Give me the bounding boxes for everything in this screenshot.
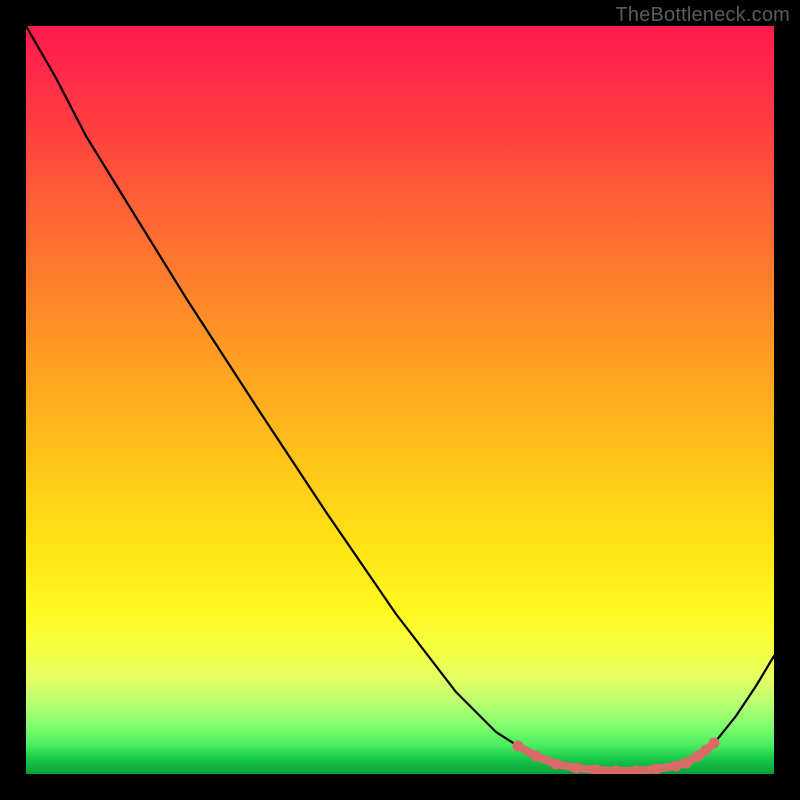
watermark-text: TheBottleneck.com xyxy=(615,4,790,27)
highlight-dot xyxy=(651,764,662,775)
highlight-dot xyxy=(681,758,692,769)
chart-svg xyxy=(26,26,774,774)
chart-frame xyxy=(26,26,774,774)
highlight-dot xyxy=(551,759,562,770)
highlight-dot xyxy=(611,766,622,775)
highlight-dot xyxy=(671,761,682,772)
highlight-dot xyxy=(531,751,542,762)
bottleneck-curve xyxy=(26,26,774,771)
highlight-dot xyxy=(571,763,582,774)
highlight-dot xyxy=(513,741,524,752)
highlight-dot xyxy=(709,738,720,749)
